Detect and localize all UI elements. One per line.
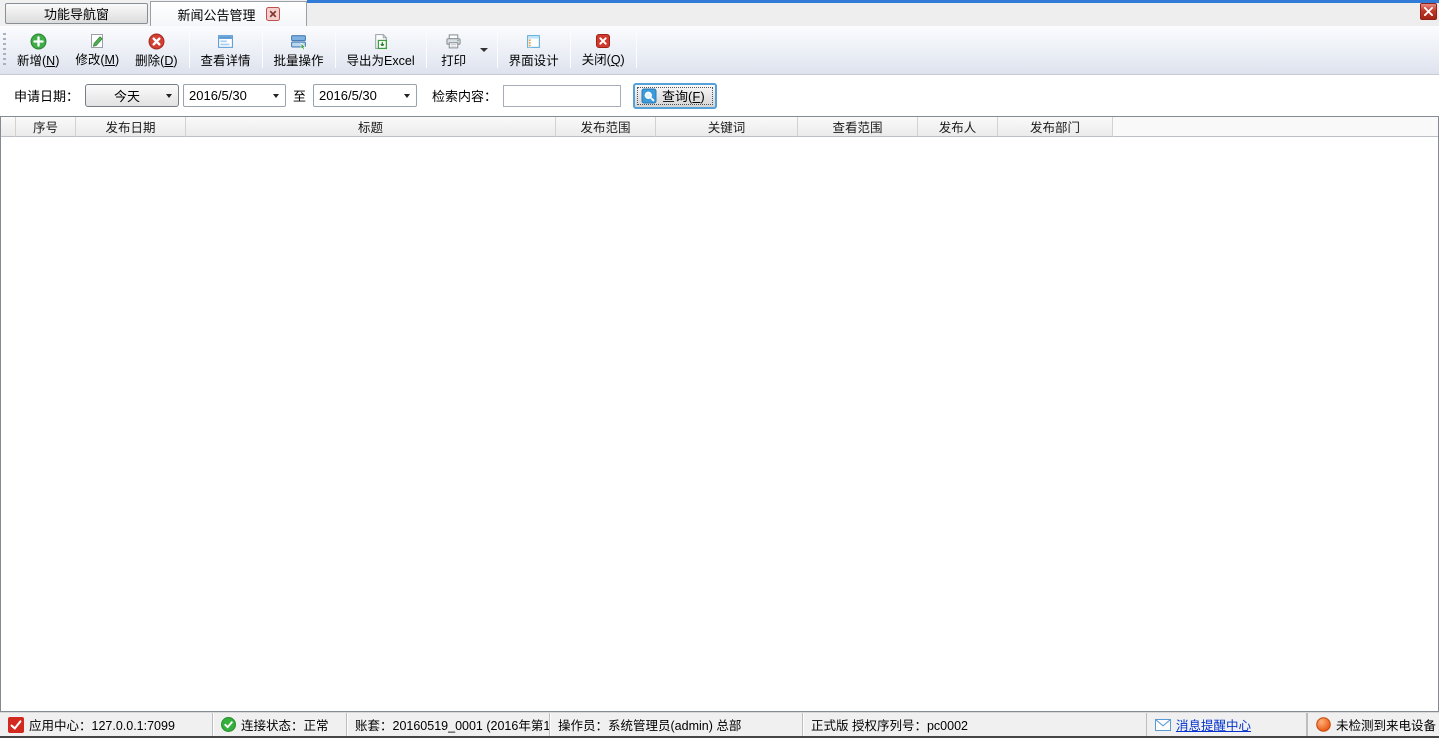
announcement-table: 序号 发布日期 标题 发布范围 关键词 查看范围 发布人 发布部门	[0, 116, 1439, 712]
app-logo-icon	[8, 717, 24, 733]
tab-bar: 功能导航窗 新闻公告管理	[0, 0, 1439, 26]
close-icon	[595, 33, 611, 49]
button-label: 打印	[441, 50, 466, 69]
button-label: 界面设计	[509, 50, 559, 69]
table-header-row: 序号 发布日期 标题 发布范围 关键词 查看范围 发布人 发布部门	[1, 117, 1438, 137]
date-from-picker[interactable]: 2016/5/30	[183, 84, 286, 107]
search-content-label: 检索内容：	[432, 86, 497, 105]
button-label: 查看详情	[201, 50, 251, 69]
delete-button[interactable]: 删除(D)	[127, 28, 185, 71]
column-header-keywords[interactable]: 关键词	[656, 117, 798, 137]
connection-ok-icon	[221, 717, 236, 732]
batch-operation-button[interactable]: 批量操作	[266, 28, 332, 71]
edit-icon	[89, 33, 105, 49]
tab-label: 功能导航窗	[44, 4, 109, 23]
button-label: 关闭(Q)	[582, 49, 625, 68]
button-label: 修改(M)	[75, 49, 119, 68]
row-indicator-header	[1, 117, 16, 137]
message-center-link[interactable]: 消息提醒中心	[1176, 715, 1251, 734]
ui-design-button[interactable]: 界面设计	[501, 28, 567, 71]
device-alert-icon	[1316, 717, 1331, 732]
date-filter-label: 申请日期：	[14, 86, 79, 105]
export-excel-icon	[372, 33, 389, 50]
status-operator: 操作员：系统管理员(admin) 总部	[550, 713, 803, 736]
column-header-title[interactable]: 标题	[186, 117, 556, 137]
status-text: 账套：20160519_0001 (2016年第1期)	[355, 715, 550, 734]
date-from-value: 2016/5/30	[189, 88, 247, 103]
status-connection: 连接状态：正常	[213, 713, 347, 736]
chevron-down-icon	[404, 94, 410, 98]
column-header-seq[interactable]: 序号	[16, 117, 76, 137]
toolbar-separator	[570, 31, 571, 68]
status-bar: 应用中心：127.0.0.1:7099 连接状态：正常 账套：20160519_…	[0, 712, 1439, 738]
status-license: 正式版 授权序列号：pc0002	[803, 713, 1146, 736]
button-label: 批量操作	[274, 50, 324, 69]
mail-icon	[1155, 719, 1171, 731]
status-message-center: 消息提醒中心	[1146, 713, 1307, 736]
chevron-down-icon	[166, 94, 172, 98]
button-label: 导出为Excel	[347, 50, 415, 69]
print-button[interactable]: 打印	[430, 28, 478, 71]
toolbar-grip-handle[interactable]	[3, 33, 6, 66]
status-account-set: 账套：20160519_0001 (2016年第1期)	[347, 713, 550, 736]
toolbar-separator	[426, 31, 427, 68]
view-details-icon	[217, 33, 234, 50]
edit-button[interactable]: 修改(M)	[67, 28, 127, 71]
ui-design-icon	[525, 33, 542, 50]
chevron-down-icon	[273, 94, 279, 98]
print-split-button: 打印	[430, 28, 494, 71]
date-to-label: 至	[293, 86, 306, 105]
status-text: 连接状态：正常	[241, 715, 329, 734]
search-icon	[641, 88, 657, 104]
button-label: 删除(D)	[135, 50, 177, 69]
print-icon	[445, 33, 462, 50]
status-call-device: 未检测到来电设备	[1307, 713, 1439, 736]
tab-bar-filler	[307, 0, 1439, 26]
close-button[interactable]: 关闭(Q)	[574, 28, 633, 71]
status-text: 未检测到来电设备	[1336, 715, 1436, 734]
column-header-publish-date[interactable]: 发布日期	[76, 117, 186, 137]
add-icon	[30, 33, 47, 50]
query-button[interactable]: 查询(F)	[633, 83, 717, 109]
status-text: 操作员：系统管理员(admin) 总部	[558, 715, 741, 734]
column-header-publish-range[interactable]: 发布范围	[556, 117, 656, 137]
view-details-button[interactable]: 查看详情	[193, 28, 259, 71]
status-text: 正式版 授权序列号：pc0002	[811, 715, 968, 734]
date-preset-value: 今天	[114, 86, 140, 105]
toolbar-separator	[189, 31, 190, 68]
filter-bar: 申请日期： 今天 2016/5/30 至 2016/5/30 检索内容： 查询(…	[0, 75, 1439, 116]
app-window: { "tabbar": { "nav_tab": "功能导航窗", "activ…	[0, 0, 1439, 738]
toolbar-separator	[262, 31, 263, 68]
toolbar-separator	[636, 31, 637, 68]
print-dropdown-arrow[interactable]	[478, 28, 494, 71]
status-text: 应用中心：127.0.0.1:7099	[29, 715, 175, 734]
chevron-down-icon	[480, 48, 488, 52]
column-header-view-range[interactable]: 查看范围	[798, 117, 918, 137]
tab-function-navigation[interactable]: 功能导航窗	[5, 3, 148, 24]
toolbar-separator	[335, 31, 336, 68]
date-to-picker[interactable]: 2016/5/30	[313, 84, 417, 107]
toolbar-separator	[497, 31, 498, 68]
button-label: 新增(N)	[17, 50, 59, 69]
table-body-empty	[1, 137, 1438, 711]
search-input[interactable]	[503, 85, 621, 107]
date-preset-dropdown[interactable]: 今天	[85, 84, 179, 107]
column-header-publish-dept[interactable]: 发布部门	[998, 117, 1113, 137]
query-button-label: 查询(F)	[662, 86, 705, 105]
toolbar: 新增(N) 修改(M) 删除(D) 查	[0, 26, 1439, 75]
delete-icon	[148, 33, 165, 50]
tab-label: 新闻公告管理	[177, 5, 255, 24]
export-excel-button[interactable]: 导出为Excel	[339, 28, 423, 71]
batch-operation-icon	[290, 33, 307, 50]
tab-close-icon[interactable]	[266, 7, 280, 21]
header-filler	[1113, 117, 1438, 137]
date-to-value: 2016/5/30	[319, 88, 377, 103]
status-app-center: 应用中心：127.0.0.1:7099	[0, 713, 213, 736]
add-button[interactable]: 新增(N)	[9, 28, 67, 71]
column-header-publisher[interactable]: 发布人	[918, 117, 998, 137]
tab-news-announcement-management[interactable]: 新闻公告管理	[150, 1, 307, 26]
window-close-icon[interactable]	[1420, 3, 1437, 20]
